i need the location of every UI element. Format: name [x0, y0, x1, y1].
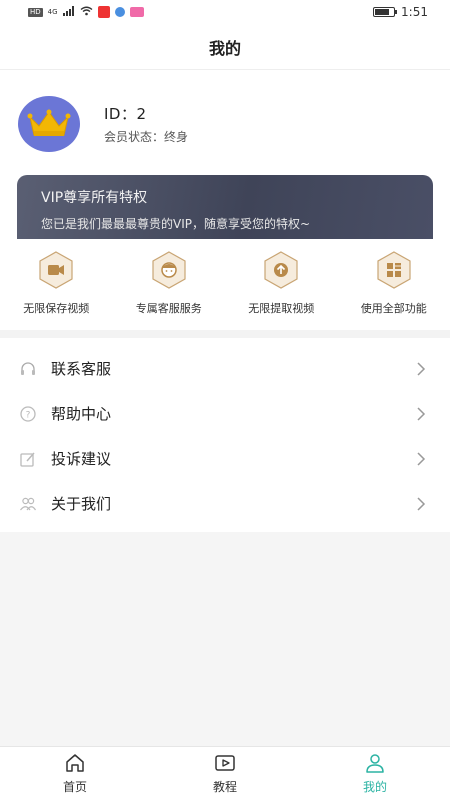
status-time: 1:51 [401, 5, 428, 19]
vip-subtitle: 您已是我们最最最尊贵的VIP，随意享受您的特权~ [41, 217, 311, 231]
signal-icon [62, 5, 75, 19]
page-header: 我的 [0, 24, 450, 70]
chevron-right-icon [417, 496, 426, 511]
menu-label: 帮助中心 [51, 405, 112, 423]
menu-item-feedback[interactable]: 投诉建议 [0, 436, 450, 481]
status-bar: HD 4G 1:51 [0, 0, 450, 24]
member-status: 会员状态：终身 [104, 130, 189, 144]
vip-title: VIP尊享所有特权 [41, 190, 148, 206]
grid-apps-icon [374, 250, 414, 290]
menu-item-about-us[interactable]: 关于我们 [0, 481, 450, 526]
user-id: ID：2 [104, 105, 147, 123]
feature-all-functions[interactable]: 使用全部功能 [338, 250, 450, 316]
wifi-icon [80, 5, 93, 19]
tab-label: 教程 [212, 780, 237, 794]
network-type: 4G [47, 7, 58, 16]
notification-app-icon [129, 7, 144, 17]
question-icon: ? [19, 405, 37, 423]
menu-label: 投诉建议 [51, 450, 112, 468]
status-left-icons: HD 4G [28, 5, 144, 19]
notification-app-icon [114, 7, 125, 17]
play-icon [215, 755, 235, 771]
feature-label: 无限提取视频 [248, 302, 315, 315]
tab-label: 我的 [362, 780, 387, 794]
settings-menu: 联系客服 ? 帮助中心 投诉建议 关于我们 [0, 338, 450, 532]
avatar[interactable] [18, 96, 80, 152]
chevron-right-icon [417, 451, 426, 466]
person-icon [366, 754, 384, 773]
feature-grid: 无限保存视频 专属客服服务 无限提取视频 使用全部功能 [0, 250, 450, 316]
video-camera-icon [36, 250, 76, 290]
menu-label: 关于我们 [51, 495, 112, 513]
menu-item-contact-service[interactable]: 联系客服 [0, 346, 450, 391]
profile-section: ID：2 会员状态：终身 VIP尊享所有特权 您已是我们最最最尊贵的VIP，随意… [0, 70, 450, 330]
status-right: 1:51 [373, 5, 428, 19]
hd-indicator: HD [28, 7, 43, 17]
battery-fill [375, 9, 390, 15]
tab-home[interactable]: 首页 [0, 747, 150, 800]
menu-label: 联系客服 [51, 360, 112, 378]
section-divider [0, 330, 450, 338]
feature-label: 专属客服服务 [135, 302, 202, 315]
notification-app-icon [97, 6, 110, 18]
home-icon [66, 754, 84, 772]
feature-customer-service[interactable]: 专属客服服务 [113, 250, 226, 316]
tab-label: 首页 [62, 780, 87, 794]
tab-tutorial[interactable]: 教程 [150, 747, 300, 800]
page-title: 我的 [208, 38, 241, 58]
service-agent-icon [149, 250, 189, 290]
battery-icon [373, 7, 398, 17]
edit-icon [19, 450, 37, 468]
headset-icon [19, 360, 37, 378]
chevron-right-icon [417, 406, 426, 421]
feature-extract-video[interactable]: 无限提取视频 [225, 250, 338, 316]
vip-banner: VIP尊享所有特权 您已是我们最最最尊贵的VIP，随意享受您的特权~ [17, 175, 433, 239]
svg-text:?: ? [26, 410, 31, 420]
feature-label: 使用全部功能 [360, 302, 427, 315]
feature-save-video[interactable]: 无限保存视频 [0, 250, 113, 316]
feature-label: 无限保存视频 [23, 302, 90, 315]
bottom-tab-bar: 首页 教程 我的 [0, 746, 450, 800]
chevron-right-icon [417, 361, 426, 376]
users-icon [19, 495, 37, 513]
upload-arrow-icon [261, 250, 301, 290]
crown-icon [27, 109, 71, 136]
menu-item-help-center[interactable]: ? 帮助中心 [0, 391, 450, 436]
tab-mine[interactable]: 我的 [300, 747, 450, 800]
